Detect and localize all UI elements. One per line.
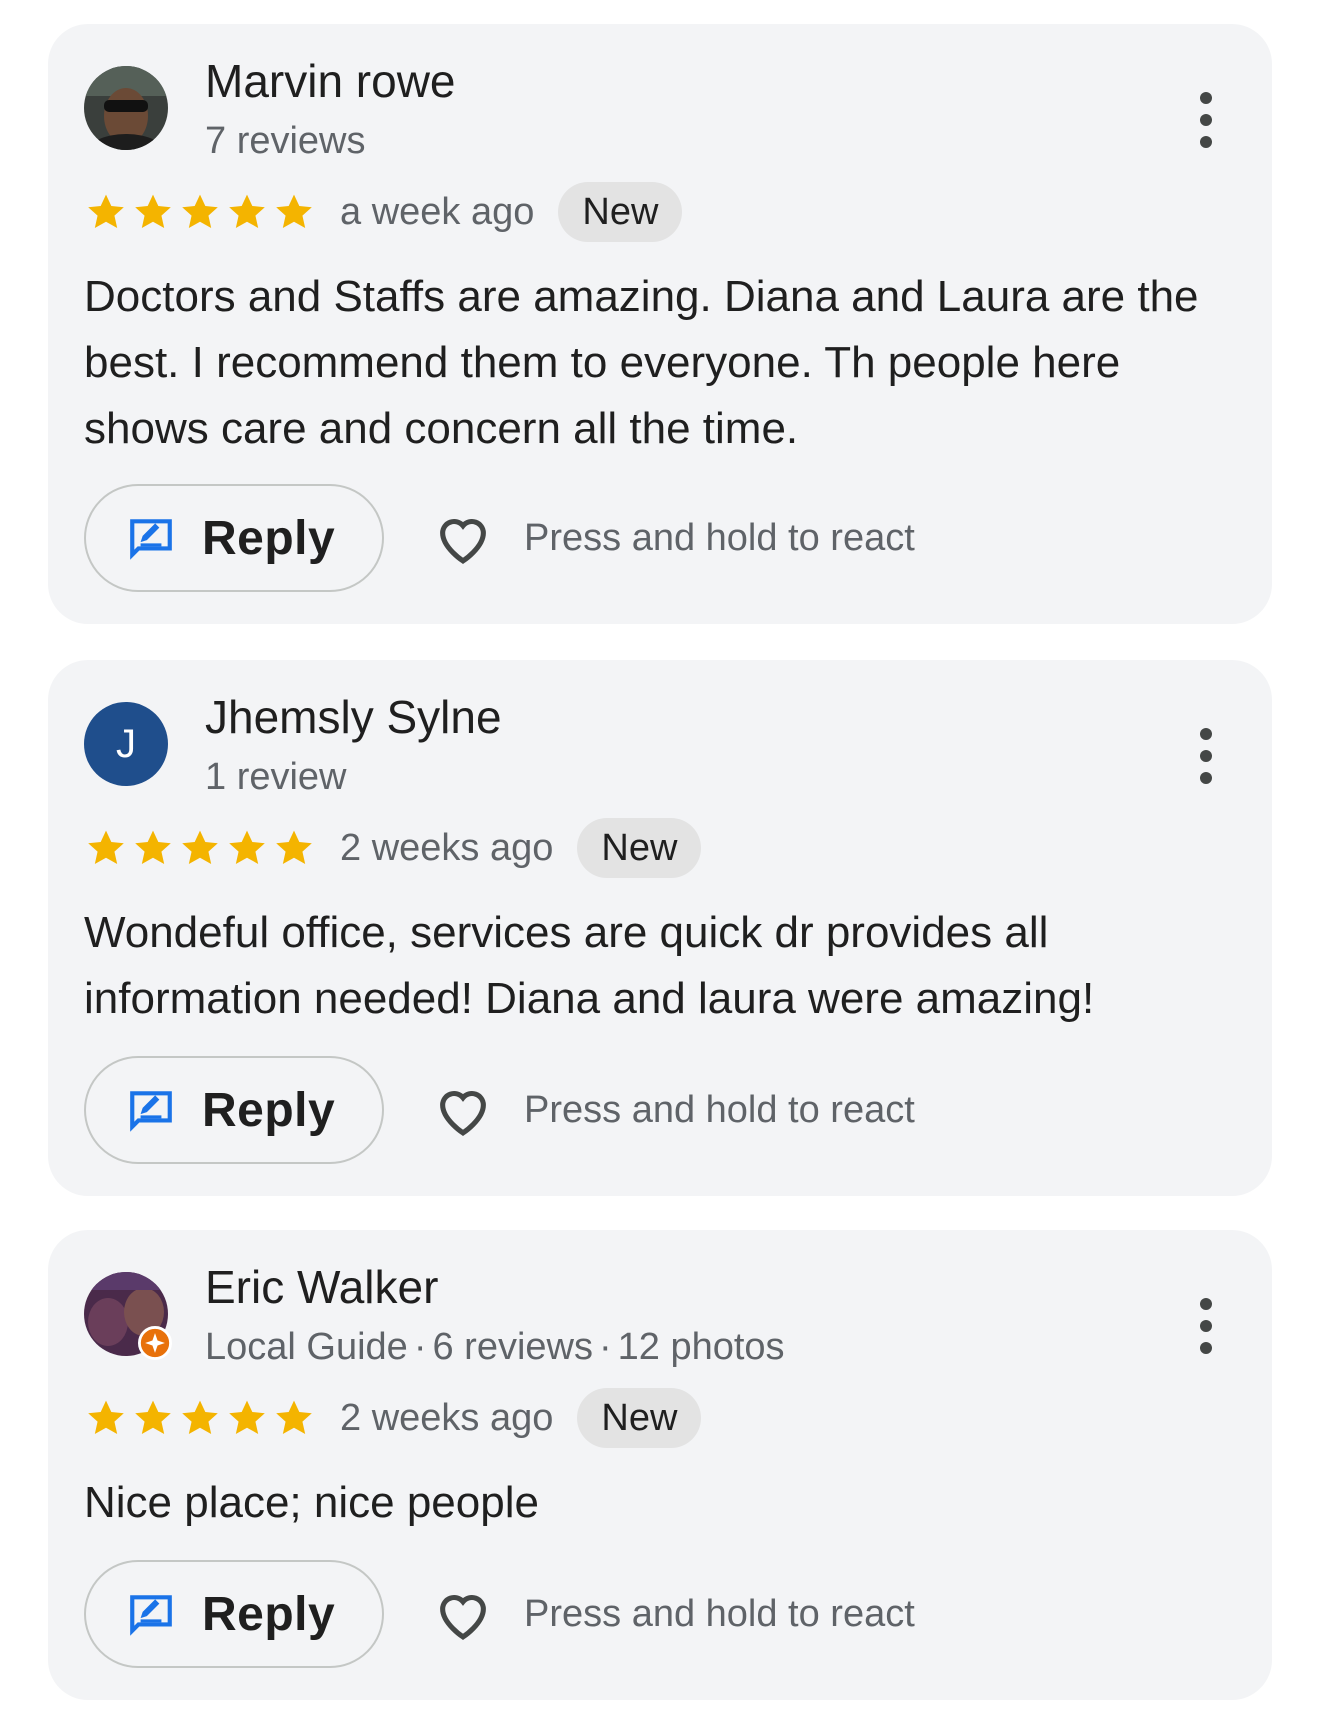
- star-icon: [88, 830, 124, 864]
- local-guide-badge-icon: [138, 1326, 172, 1360]
- review-count: 6 reviews: [432, 1326, 593, 1368]
- rating-row: 2 weeks ago New: [84, 818, 702, 878]
- star-icon: [135, 830, 171, 864]
- star-icon: [229, 194, 265, 228]
- local-guide-label: Local Guide: [205, 1326, 408, 1368]
- star-icon: [182, 1400, 218, 1434]
- review-card: Marvin rowe 7 reviews a week ago New Doc…: [48, 24, 1272, 624]
- reply-label: Reply: [202, 1587, 336, 1641]
- reply-button[interactable]: Reply: [84, 484, 384, 592]
- star-icon: [276, 194, 312, 228]
- star-icon: [88, 194, 124, 228]
- new-badge: New: [558, 182, 683, 242]
- react-label: Press and hold to react: [524, 516, 915, 559]
- star-rating: [84, 826, 316, 870]
- avatar[interactable]: J: [84, 702, 168, 786]
- avatar-letter: J: [116, 721, 136, 766]
- star-icon: [182, 194, 218, 228]
- author-review-count: 7 reviews: [205, 120, 366, 162]
- photo-count: 12 photos: [617, 1326, 785, 1368]
- rating-row: a week ago New: [84, 182, 683, 242]
- reply-button[interactable]: Reply: [84, 1560, 384, 1668]
- review-time: 2 weeks ago: [340, 826, 554, 869]
- review-time: 2 weeks ago: [340, 1396, 554, 1439]
- reply-label: Reply: [202, 1083, 336, 1137]
- author-name[interactable]: Marvin rowe: [205, 54, 456, 108]
- review-card: Eric Walker Local Guide · 6 reviews · 12 pho…: [48, 1230, 1272, 1700]
- avatar[interactable]: [84, 1272, 172, 1360]
- author-name[interactable]: Jhemsly Sylne: [205, 690, 502, 744]
- author-name[interactable]: Eric Walker: [205, 1260, 438, 1314]
- star-icon: [276, 1400, 312, 1434]
- avatar-photo: [84, 66, 168, 150]
- rating-row: 2 weeks ago New: [84, 1388, 702, 1448]
- react-label: Press and hold to react: [524, 1592, 915, 1635]
- star-rating: [84, 190, 316, 234]
- avatar[interactable]: [84, 66, 168, 150]
- reply-edit-icon: [130, 1091, 172, 1132]
- review-text: Nice place; nice people: [84, 1478, 539, 1527]
- review-text: Wondeful office, services are quick dr p…: [84, 908, 1095, 1023]
- heart-icon: [440, 1091, 486, 1136]
- review-text: Doctors and Staffs are amazing. Diana an…: [84, 272, 1199, 453]
- reply-edit-icon: [130, 519, 172, 560]
- heart-icon: [440, 519, 486, 564]
- new-badge: New: [577, 818, 702, 878]
- more-options-icon[interactable]: [1196, 92, 1216, 148]
- meta-separator: ·: [413, 1326, 427, 1368]
- reply-button[interactable]: Reply: [84, 1056, 384, 1164]
- new-badge: New: [577, 1388, 702, 1448]
- star-rating: [84, 1396, 316, 1440]
- author-review-count: 1 review: [205, 756, 347, 798]
- more-options-icon[interactable]: [1196, 728, 1216, 784]
- reply-edit-icon: [130, 1595, 172, 1636]
- react-control[interactable]: Press and hold to react: [432, 1056, 915, 1164]
- reply-label: Reply: [202, 511, 336, 565]
- star-icon: [88, 1400, 124, 1434]
- star-icon: [182, 830, 218, 864]
- star-icon: [229, 830, 265, 864]
- star-icon: [229, 1400, 265, 1434]
- star-icon: [276, 830, 312, 864]
- react-control[interactable]: Press and hold to react: [432, 1560, 915, 1668]
- star-icon: [135, 194, 171, 228]
- react-control[interactable]: Press and hold to react: [432, 484, 915, 592]
- heart-icon: [440, 1595, 486, 1640]
- react-label: Press and hold to react: [524, 1088, 915, 1131]
- review-time: a week ago: [340, 190, 535, 233]
- more-options-icon[interactable]: [1196, 1298, 1216, 1354]
- meta-separator: ·: [598, 1326, 612, 1368]
- star-icon: [135, 1400, 171, 1434]
- review-card: J Jhemsly Sylne 1 review 2 weeks ago New…: [48, 660, 1272, 1196]
- author-meta: Local Guide · 6 reviews · 12 photos: [205, 1326, 785, 1369]
